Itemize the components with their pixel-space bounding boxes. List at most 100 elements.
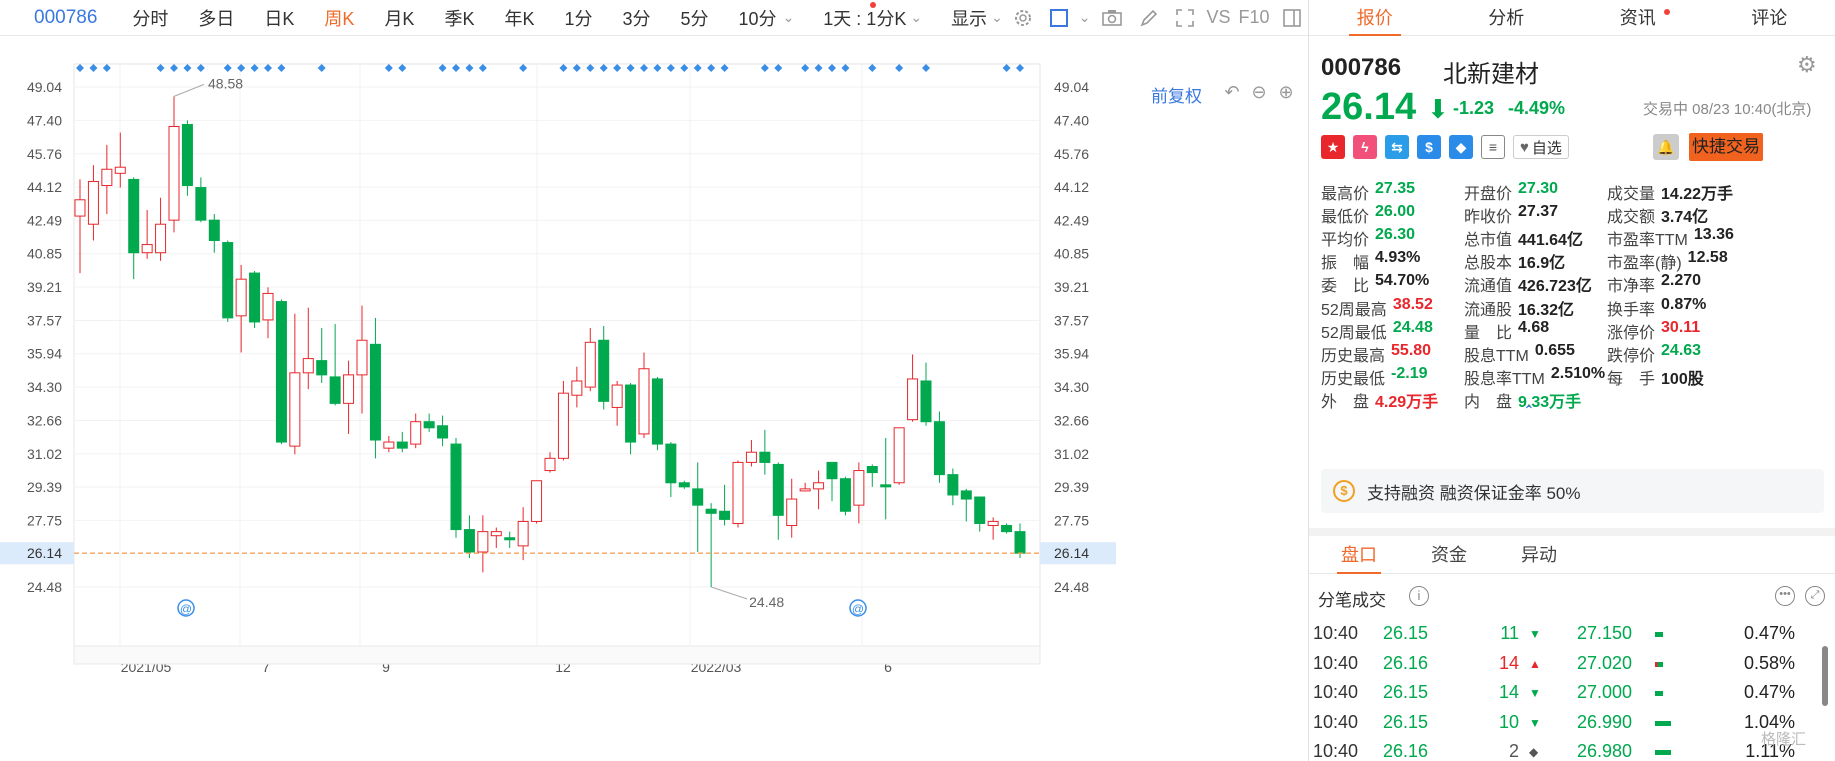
candle-body[interactable] [813,482,825,490]
candle-body[interactable] [557,392,569,459]
candle-body[interactable] [222,242,234,319]
more-icon[interactable]: ••• [1775,586,1795,606]
candle-body[interactable] [705,508,717,514]
period-monthly[interactable]: 月K [384,5,414,31]
candle-body[interactable] [208,219,220,242]
undo-icon[interactable]: ↶ [1222,82,1242,102]
candle-body[interactable] [262,292,274,321]
candle-body[interactable] [477,531,489,553]
candle-body[interactable] [275,301,287,443]
event-marker-diamond[interactable] [828,64,836,72]
candle-body[interactable] [544,457,556,472]
event-marker-diamond[interactable] [398,64,407,72]
chevron-down-icon[interactable]: ⌄ [1079,7,1091,29]
candle-body[interactable] [114,166,126,174]
event-marker-diamond[interactable] [559,64,568,72]
fullscreen-icon[interactable] [1175,7,1195,29]
candle-body[interactable] [450,443,462,531]
candle-body[interactable] [719,510,731,520]
tag-icon[interactable]: ◆ [1449,135,1473,159]
period-5min[interactable]: 5分 [681,5,709,31]
scrollbar[interactable] [1820,622,1830,761]
candle-body[interactable] [786,498,798,527]
gear-icon[interactable]: ⚙ [1797,52,1817,78]
event-marker-diamond[interactable] [452,64,460,72]
candle-body[interactable] [531,480,543,522]
event-marker-diamond[interactable] [223,64,232,72]
event-marker-diamond[interactable] [438,64,447,72]
event-marker-diamond[interactable] [680,64,689,72]
candle-body[interactable] [181,123,193,187]
period-1min[interactable]: 1分 [564,5,592,31]
event-marker-diamond[interactable] [801,64,810,72]
candle-body[interactable] [665,443,677,484]
event-marker-diamond[interactable] [102,64,111,72]
event-marker-diamond[interactable] [707,64,716,72]
candle-body[interactable] [235,278,247,317]
draw-pencil-icon[interactable] [1139,7,1159,29]
candle-body[interactable] [343,374,355,404]
candle-body[interactable] [933,421,945,476]
event-marker-diamond[interactable] [250,64,259,72]
candle-body[interactable] [383,441,395,449]
tab-orderbook[interactable]: 盘口 [1319,536,1399,574]
candle-body[interactable] [799,488,811,492]
candle-body[interactable] [678,482,690,488]
event-marker-diamond[interactable] [626,64,635,72]
event-marker-diamond[interactable] [613,64,622,72]
event-marker-diamond[interactable] [760,64,769,72]
candle-body[interactable] [249,272,261,323]
interval-select[interactable]: 1天 : 1分K [823,5,906,31]
period-3min[interactable]: 3分 [623,5,651,31]
candle-body[interactable] [893,427,905,484]
event-marker-diamond[interactable] [465,64,474,72]
time-scrollbar[interactable] [73,645,1041,665]
event-marker-diamond[interactable] [720,64,729,72]
chevron-down-icon[interactable]: ⌄ [991,7,1003,29]
event-marker-diamond[interactable] [666,64,675,72]
event-marker-diamond[interactable] [1002,64,1011,72]
connect-icon[interactable]: ⇆ [1385,135,1409,159]
event-marker-diamond[interactable] [317,64,326,72]
kline-svg[interactable]: 49.04 49.04 47.40 47.40 45.76 45.76 44.12 44.12… [0,36,1308,761]
candle-body[interactable] [423,421,435,429]
event-marker-diamond[interactable] [519,64,528,72]
candle-body[interactable] [74,199,86,217]
period-intraday[interactable]: 分时 [132,5,168,31]
candle-body[interactable] [987,520,999,527]
tab-comments[interactable]: 评论 [1704,0,1835,35]
period-quarterly[interactable]: 季K [444,5,474,31]
chevron-down-icon[interactable]: ⌄ [783,7,795,29]
period-10min[interactable]: 10分 [739,5,777,31]
event-marker-diamond[interactable] [170,64,178,72]
candle-body[interactable] [880,484,892,488]
add-watchlist-button[interactable]: ♥ 自选 [1513,135,1569,159]
period-daily[interactable]: 日K [264,5,294,31]
candle-body[interactable] [974,496,986,524]
event-marker-diamond[interactable] [868,64,877,72]
candle-body[interactable] [329,376,341,404]
adjust-mode-link[interactable]: 前复权 [1151,82,1202,107]
event-marker-diamond[interactable] [599,64,608,72]
candle-body[interactable] [960,490,972,500]
overlay-square-icon[interactable] [1049,7,1069,29]
candle-body[interactable] [155,223,167,254]
candle-body[interactable] [356,339,368,376]
info-icon[interactable]: i [1409,586,1429,606]
display-menu[interactable]: 显示 [951,5,987,31]
candle-body[interactable] [517,520,529,547]
chevron-up-icon[interactable]: ⌃ [1523,402,1535,419]
candle-body[interactable] [651,378,663,445]
event-marker-diamond[interactable] [640,64,648,72]
candle-body[interactable] [638,368,650,435]
event-marker-diamond[interactable] [895,64,904,72]
candle-body[interactable] [128,178,140,254]
candle-body[interactable] [853,470,865,506]
candle-body[interactable] [584,341,596,388]
tab-capital[interactable]: 资金 [1409,536,1489,573]
candle-body[interactable] [826,461,838,480]
tab-news[interactable]: 资讯 [1572,0,1704,35]
settings-gear-icon[interactable] [1013,7,1033,29]
candle-body[interactable] [302,358,314,374]
candle-body[interactable] [907,378,919,421]
